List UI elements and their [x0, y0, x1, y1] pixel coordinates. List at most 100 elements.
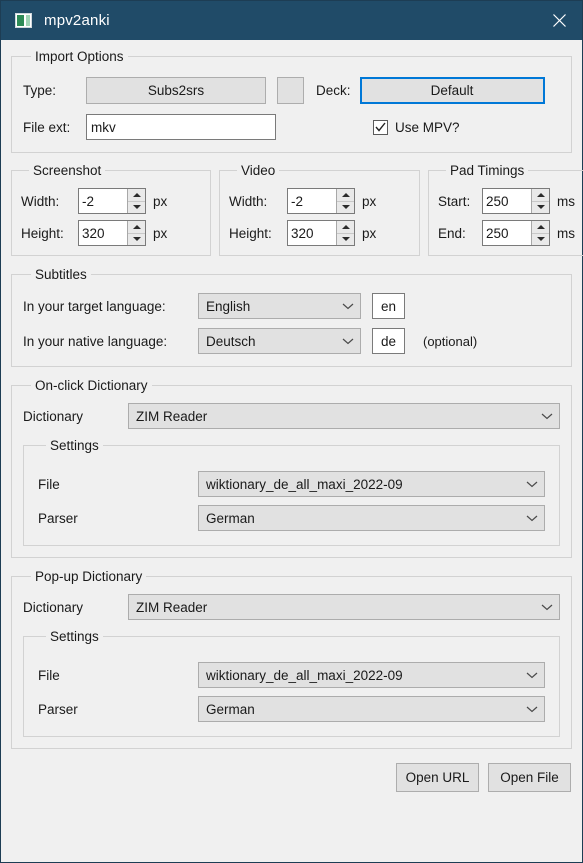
title-bar: mpv2anki: [1, 1, 582, 40]
video-width-spinbox[interactable]: [287, 188, 355, 214]
onclick-file-value: wiktionary_de_all_maxi_2022-09: [206, 477, 520, 492]
chevron-down-icon: [541, 412, 553, 420]
screenshot-width-unit: px: [153, 194, 167, 209]
popup-file-row: File wiktionary_de_all_maxi_2022-09: [38, 662, 545, 688]
use-mpv-checkbox[interactable]: Use MPV?: [373, 120, 460, 135]
popup-file-value: wiktionary_de_all_maxi_2022-09: [206, 668, 520, 683]
video-width-spin-buttons[interactable]: [336, 189, 354, 213]
onclick-dictionary-group: On-click Dictionary Dictionary ZIM Reade…: [11, 378, 572, 558]
close-icon[interactable]: [536, 1, 582, 40]
video-group: Video Width: px Height:: [219, 163, 420, 256]
pad-start-spin-buttons[interactable]: [531, 189, 549, 213]
chevron-down-icon: [526, 514, 538, 522]
onclick-dictionary-legend: On-click Dictionary: [31, 378, 152, 393]
spin-down-icon[interactable]: [532, 202, 549, 214]
screenshot-height-spinbox[interactable]: [78, 220, 146, 246]
subtitles-native-code-button[interactable]: de: [372, 328, 405, 354]
spin-up-icon[interactable]: [128, 189, 145, 202]
subtitles-native-label: In your native language:: [23, 334, 198, 349]
spin-down-icon[interactable]: [128, 202, 145, 214]
spin-down-icon[interactable]: [337, 202, 354, 214]
onclick-parser-value: German: [206, 511, 520, 526]
spin-up-icon[interactable]: [532, 189, 549, 202]
subtitles-target-code: en: [381, 299, 396, 314]
type-button[interactable]: Subs2srs: [86, 77, 266, 104]
onclick-settings-group: Settings File wiktionary_de_all_maxi_202…: [23, 438, 560, 546]
popup-dictionary-row: Dictionary ZIM Reader: [23, 594, 560, 620]
dialog-body: Import Options Type: Subs2srs Deck: Defa…: [1, 40, 582, 862]
spin-up-icon[interactable]: [337, 189, 354, 202]
onclick-dictionary-row: Dictionary ZIM Reader: [23, 403, 560, 429]
dimensions-row: Screenshot Width: px Height:: [11, 163, 572, 256]
chevron-down-icon: [526, 480, 538, 488]
video-width-value[interactable]: [288, 189, 336, 213]
screenshot-height-row: Height: px: [21, 220, 202, 246]
popup-parser-label: Parser: [38, 702, 198, 717]
popup-settings-group: Settings File wiktionary_de_all_maxi_202…: [23, 629, 560, 737]
pad-start-value[interactable]: [483, 189, 531, 213]
onclick-file-row: File wiktionary_de_all_maxi_2022-09: [38, 471, 545, 497]
pad-timings-group: Pad Timings Start: ms End:: [428, 163, 583, 256]
screenshot-width-value[interactable]: [79, 189, 127, 213]
popup-file-combo[interactable]: wiktionary_de_all_maxi_2022-09: [198, 662, 545, 688]
file-ext-row: File ext: Use MPV?: [23, 114, 560, 140]
file-ext-input[interactable]: [86, 114, 276, 140]
pad-start-label: Start:: [438, 194, 482, 209]
spin-up-icon[interactable]: [532, 221, 549, 234]
subtitles-legend: Subtitles: [31, 267, 91, 282]
type-extra-button[interactable]: [277, 77, 304, 104]
spin-up-icon[interactable]: [337, 221, 354, 234]
onclick-settings-legend: Settings: [46, 438, 103, 453]
type-deck-row: Type: Subs2srs Deck: Default: [23, 77, 560, 104]
screenshot-width-spinbox[interactable]: [78, 188, 146, 214]
screenshot-group: Screenshot Width: px Height:: [11, 163, 211, 256]
subtitles-target-row: In your target language: English en: [23, 293, 560, 319]
popup-dictionary-group: Pop-up Dictionary Dictionary ZIM Reader …: [11, 569, 572, 749]
mpv2anki-window: mpv2anki Import Options Type: Subs2srs D…: [0, 0, 583, 863]
pad-end-spinbox[interactable]: [482, 220, 550, 246]
screenshot-width-spin-buttons[interactable]: [127, 189, 145, 213]
pad-start-unit: ms: [557, 194, 575, 209]
screenshot-height-value[interactable]: [79, 221, 127, 245]
popup-parser-combo[interactable]: German: [198, 696, 545, 722]
screenshot-width-label: Width:: [21, 194, 78, 209]
pad-start-row: Start: ms: [438, 188, 575, 214]
pad-end-spin-buttons[interactable]: [531, 221, 549, 245]
footer-buttons: Open URL Open File: [11, 749, 572, 792]
onclick-dictionary-combo[interactable]: ZIM Reader: [128, 403, 560, 429]
spin-up-icon[interactable]: [128, 221, 145, 234]
subtitles-target-combo[interactable]: English: [198, 293, 361, 319]
onclick-file-combo[interactable]: wiktionary_de_all_maxi_2022-09: [198, 471, 545, 497]
chevron-down-icon: [526, 705, 538, 713]
video-height-spinbox[interactable]: [287, 220, 355, 246]
open-file-button[interactable]: Open File: [488, 763, 571, 792]
subtitles-target-code-button[interactable]: en: [372, 293, 405, 319]
deck-button[interactable]: Default: [360, 77, 545, 104]
use-mpv-label: Use MPV?: [395, 120, 460, 135]
video-width-unit: px: [362, 194, 376, 209]
screenshot-height-unit: px: [153, 226, 167, 241]
pad-end-value[interactable]: [483, 221, 531, 245]
onclick-parser-combo[interactable]: German: [198, 505, 545, 531]
video-height-spin-buttons[interactable]: [336, 221, 354, 245]
pad-start-spinbox[interactable]: [482, 188, 550, 214]
subtitles-native-combo[interactable]: Deutsch: [198, 328, 361, 354]
open-url-button[interactable]: Open URL: [396, 763, 479, 792]
window-title: mpv2anki: [44, 12, 536, 29]
video-width-label: Width:: [229, 194, 287, 209]
screenshot-height-spin-buttons[interactable]: [127, 221, 145, 245]
subtitles-native-code: de: [381, 334, 396, 349]
spin-down-icon[interactable]: [532, 234, 549, 246]
video-height-value[interactable]: [288, 221, 336, 245]
chevron-down-icon: [526, 671, 538, 679]
screenshot-legend: Screenshot: [29, 163, 105, 178]
chevron-down-icon: [342, 302, 354, 310]
pad-end-row: End: ms: [438, 220, 575, 246]
spin-down-icon[interactable]: [337, 234, 354, 246]
popup-dictionary-combo[interactable]: ZIM Reader: [128, 594, 560, 620]
import-options-legend: Import Options: [31, 49, 128, 64]
spin-down-icon[interactable]: [128, 234, 145, 246]
popup-parser-value: German: [206, 702, 520, 717]
subtitles-native-row: In your native language: Deutsch de (opt…: [23, 328, 560, 354]
subtitles-target-value: English: [206, 299, 336, 314]
